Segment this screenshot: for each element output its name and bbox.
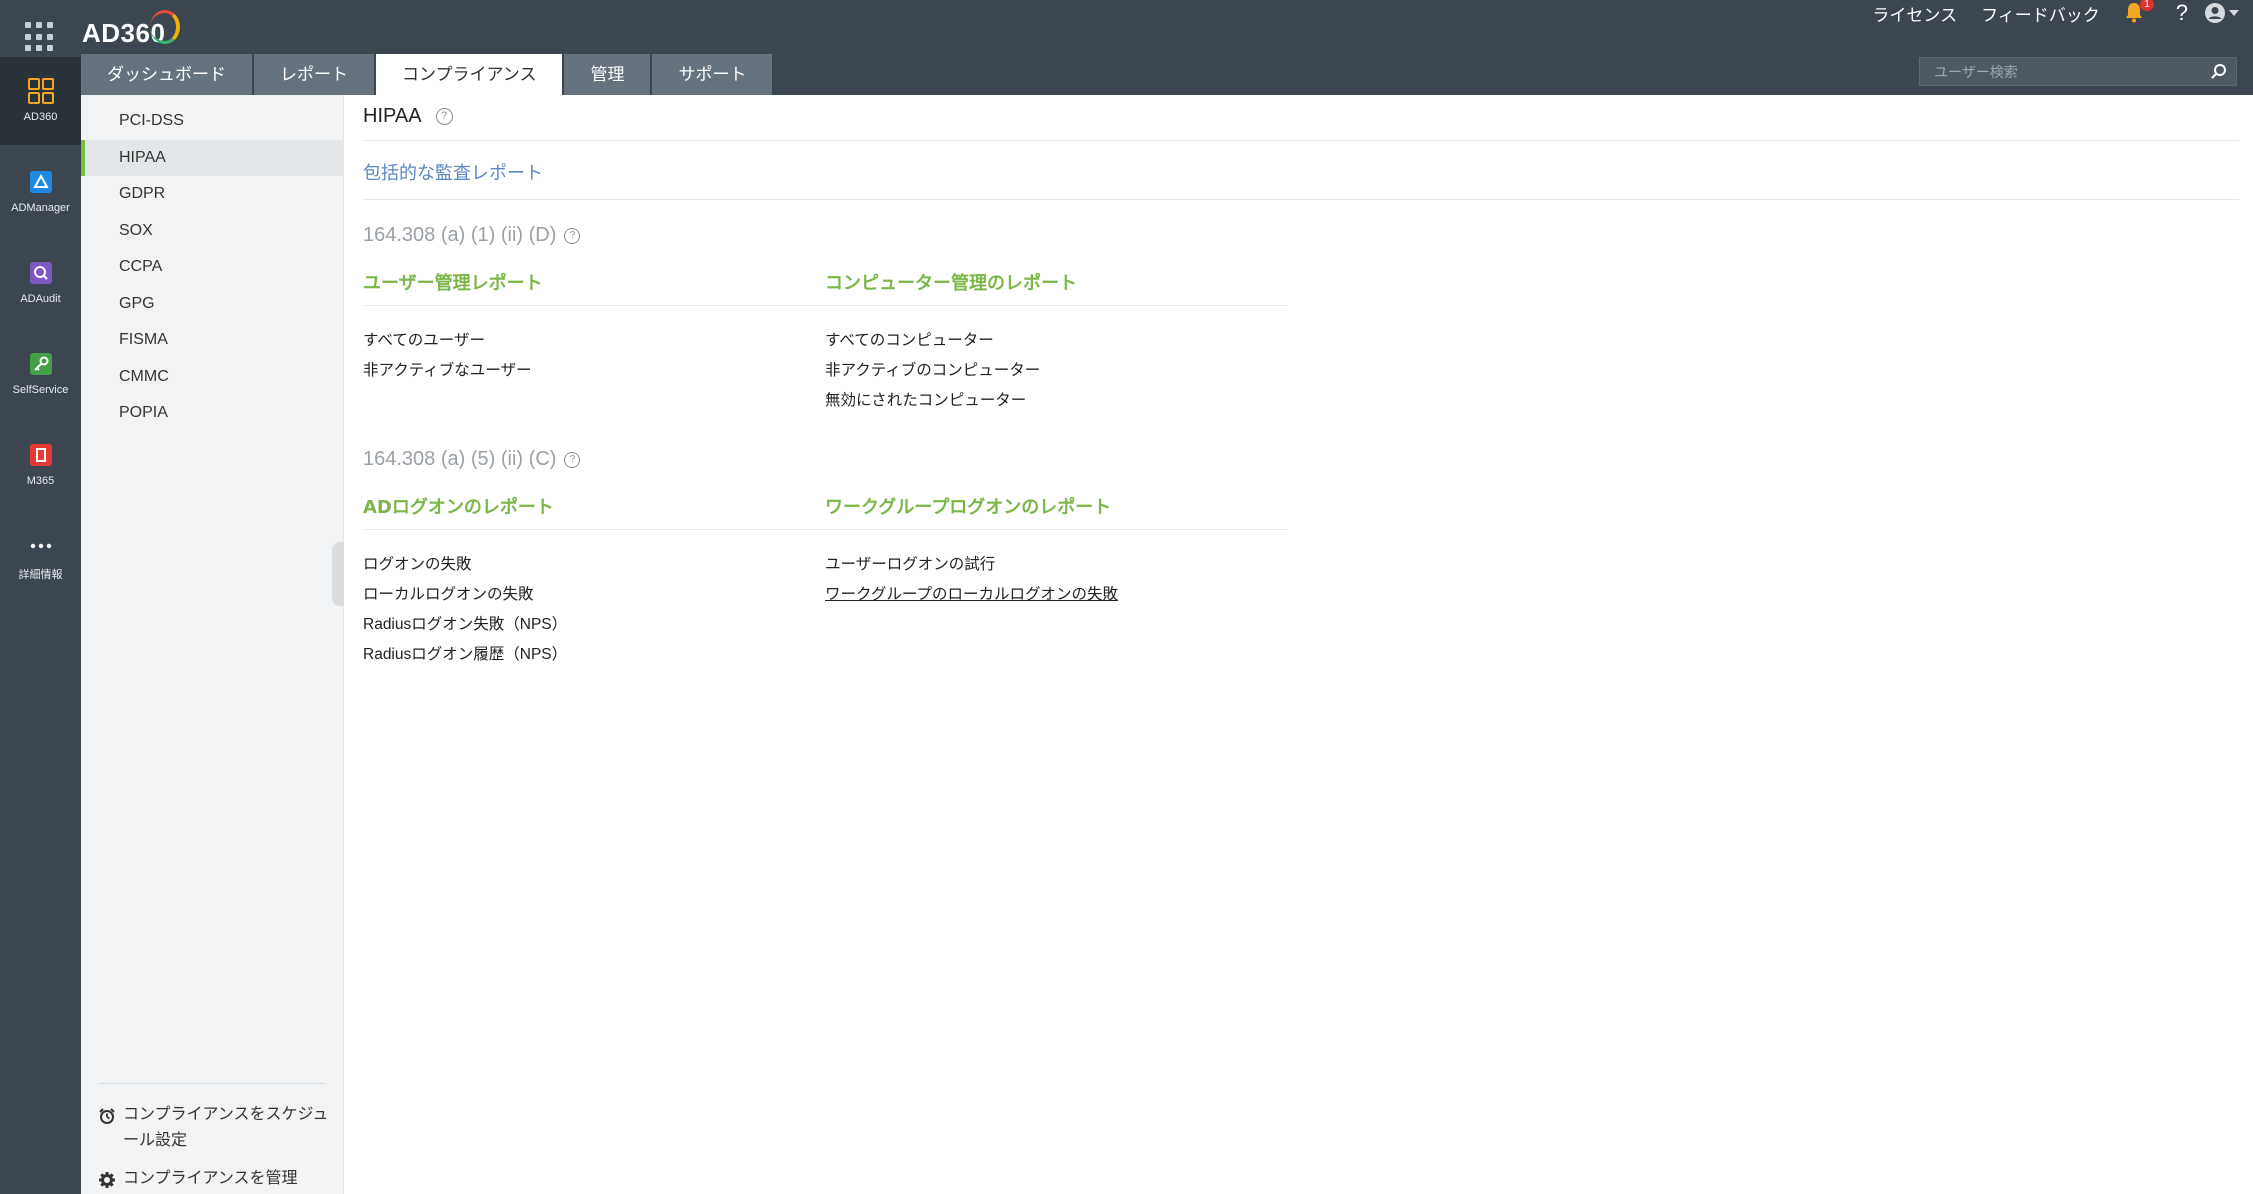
gear-icon bbox=[99, 1170, 115, 1194]
rail-label: AD360 bbox=[23, 111, 58, 123]
schedule-compliance-link[interactable]: コンプライアンスをスケジュール設定 bbox=[99, 1101, 333, 1153]
sidebar-item-gpg[interactable]: GPG bbox=[81, 286, 343, 323]
rail-label: 詳細情報 bbox=[18, 569, 63, 581]
report-group-heading: ワークグループログオンのレポート bbox=[825, 493, 1287, 530]
rail-item-ad360[interactable]: AD360 bbox=[0, 57, 81, 145]
rail-label: SelfService bbox=[12, 384, 69, 396]
report-columns: ユーザー管理レポート すべてのユーザー 非アクティブなユーザー コンピューター管… bbox=[363, 269, 1288, 416]
office-icon bbox=[27, 441, 55, 469]
main-content: HIPAA ? 包括的な監査レポート 164.308 (a) (1) (ii) … bbox=[363, 95, 2239, 670]
rail-item-m365[interactable]: M365 bbox=[0, 421, 81, 509]
tab-admin[interactable]: 管理 bbox=[564, 54, 651, 95]
user-menu[interactable] bbox=[2204, 2, 2239, 24]
tab-support[interactable]: サポート bbox=[652, 54, 773, 95]
main-tabs: ダッシュボード レポート コンプライアンス 管理 サポート bbox=[81, 54, 774, 95]
search-icon[interactable] bbox=[2210, 63, 2228, 85]
more-icon bbox=[27, 532, 55, 560]
tab-reports[interactable]: レポート bbox=[254, 54, 374, 95]
section-id-label: 164.308 (a) (1) (ii) (D) bbox=[363, 224, 557, 246]
sidebar-item-sox[interactable]: SOX bbox=[81, 213, 343, 250]
logo-mark-icon bbox=[150, 10, 180, 44]
report-link[interactable]: Radiusログオン履歴（NPS） bbox=[363, 640, 825, 670]
help-circle-icon[interactable]: ? bbox=[435, 108, 453, 125]
sidebar-collapse-handle[interactable] bbox=[332, 542, 344, 606]
section-divider bbox=[363, 199, 2239, 200]
manage-compliance-link[interactable]: コンプライアンスを管理 bbox=[99, 1165, 333, 1194]
report-link-hovered[interactable]: ワークグループのローカルログオンの失敗 bbox=[825, 580, 1287, 610]
dashboard-grid-icon bbox=[27, 77, 55, 105]
report-columns: ADログオンのレポート ログオンの失敗 ローカルログオンの失敗 Radiusログ… bbox=[363, 493, 1288, 670]
report-group-heading: コンピューター管理のレポート bbox=[825, 269, 1287, 306]
report-link[interactable]: ユーザーログオンの試行 bbox=[825, 550, 1287, 580]
user-avatar-icon bbox=[2205, 3, 2225, 23]
section-heading: 164.308 (a) (1) (ii) (D) ? bbox=[363, 224, 2239, 247]
report-link[interactable]: 非アクティブなユーザー bbox=[363, 356, 825, 386]
tab-dashboard[interactable]: ダッシュボード bbox=[81, 54, 252, 95]
feedback-link[interactable]: フィードバック bbox=[1969, 1, 2112, 26]
notification-count-badge: 1 bbox=[2140, 0, 2154, 11]
section-id-label: 164.308 (a) (5) (ii) (C) bbox=[363, 448, 557, 470]
report-link[interactable]: Radiusログオン失敗（NPS） bbox=[363, 610, 825, 640]
report-link[interactable]: ローカルログオンの失敗 bbox=[363, 580, 825, 610]
rail-item-selfservice[interactable]: SelfService bbox=[0, 330, 81, 418]
page-title: HIPAA bbox=[363, 105, 422, 127]
sidebar-item-gdpr[interactable]: GDPR bbox=[81, 176, 343, 213]
user-search-input[interactable] bbox=[1920, 63, 2200, 80]
compliance-sidebar: PCI-DSS HIPAA GDPR SOX CCPA GPG FISMA CM… bbox=[81, 95, 344, 1194]
report-group: ワークグループログオンのレポート ユーザーログオンの試行 ワークグループのローカ… bbox=[825, 493, 1287, 670]
page-title-row: HIPAA ? bbox=[363, 105, 2239, 128]
report-link[interactable]: 無効にされたコンピューター bbox=[825, 386, 1287, 416]
app-rail: AD360 ADManager ADAudit SelfService M365… bbox=[0, 0, 81, 1194]
help-circle-icon[interactable]: ? bbox=[564, 227, 581, 244]
admanager-icon bbox=[27, 168, 55, 196]
report-group: コンピューター管理のレポート すべてのコンピューター 非アクティブのコンピュータ… bbox=[825, 269, 1287, 416]
app-launcher-icon[interactable] bbox=[25, 22, 55, 52]
alarm-clock-icon bbox=[99, 1106, 115, 1132]
sidebar-item-ccpa[interactable]: CCPA bbox=[81, 249, 343, 286]
report-group-heading: ユーザー管理レポート bbox=[363, 269, 825, 306]
report-group: ADログオンのレポート ログオンの失敗 ローカルログオンの失敗 Radiusログ… bbox=[363, 493, 825, 670]
report-link[interactable]: すべてのコンピューター bbox=[825, 326, 1287, 356]
rail-item-adaudit[interactable]: ADAudit bbox=[0, 239, 81, 327]
sidebar-item-cmmc[interactable]: CMMC bbox=[81, 359, 343, 396]
key-icon bbox=[27, 350, 55, 378]
sidebar-item-popia[interactable]: POPIA bbox=[81, 395, 343, 432]
tab-compliance[interactable]: コンプライアンス bbox=[376, 54, 563, 95]
sidebar-item-hipaa[interactable]: HIPAA bbox=[81, 139, 343, 176]
report-link[interactable]: 非アクティブのコンピューター bbox=[825, 356, 1287, 386]
adaudit-icon bbox=[27, 259, 55, 287]
report-group: ユーザー管理レポート すべてのユーザー 非アクティブなユーザー bbox=[363, 269, 825, 416]
help-icon[interactable]: ? bbox=[2176, 0, 2188, 26]
report-link[interactable]: ログオンの失敗 bbox=[363, 550, 825, 580]
rail-label: ADAudit bbox=[20, 293, 61, 305]
rail-label: M365 bbox=[26, 475, 55, 487]
chevron-down-icon bbox=[2229, 10, 2239, 16]
rail-label: ADManager bbox=[11, 202, 70, 214]
sidebar-item-fisma[interactable]: FISMA bbox=[81, 322, 343, 359]
license-link[interactable]: ライセンス bbox=[1860, 1, 1969, 26]
header-links: ライセンス フィードバック 1 ? bbox=[1860, 0, 2253, 26]
title-divider bbox=[363, 140, 2239, 141]
comprehensive-audit-report-link[interactable]: 包括的な監査レポート bbox=[363, 159, 2239, 185]
sidebar-divider bbox=[99, 1083, 325, 1084]
report-link[interactable]: すべてのユーザー bbox=[363, 326, 825, 356]
user-search bbox=[1919, 57, 2237, 86]
schedule-compliance-label: コンプライアンスをスケジュール設定 bbox=[123, 1104, 329, 1149]
section-heading: 164.308 (a) (5) (ii) (C) ? bbox=[363, 448, 2239, 471]
sidebar-item-pci-dss[interactable]: PCI-DSS bbox=[81, 103, 343, 140]
help-circle-icon[interactable]: ? bbox=[564, 451, 581, 468]
notification-bell-icon[interactable]: 1 bbox=[2124, 0, 2154, 25]
rail-item-more[interactable]: 詳細情報 bbox=[0, 512, 81, 600]
rail-item-admanager[interactable]: ADManager bbox=[0, 148, 81, 236]
report-group-heading: ADログオンのレポート bbox=[363, 493, 825, 530]
manage-compliance-label: コンプライアンスを管理 bbox=[123, 1168, 298, 1187]
